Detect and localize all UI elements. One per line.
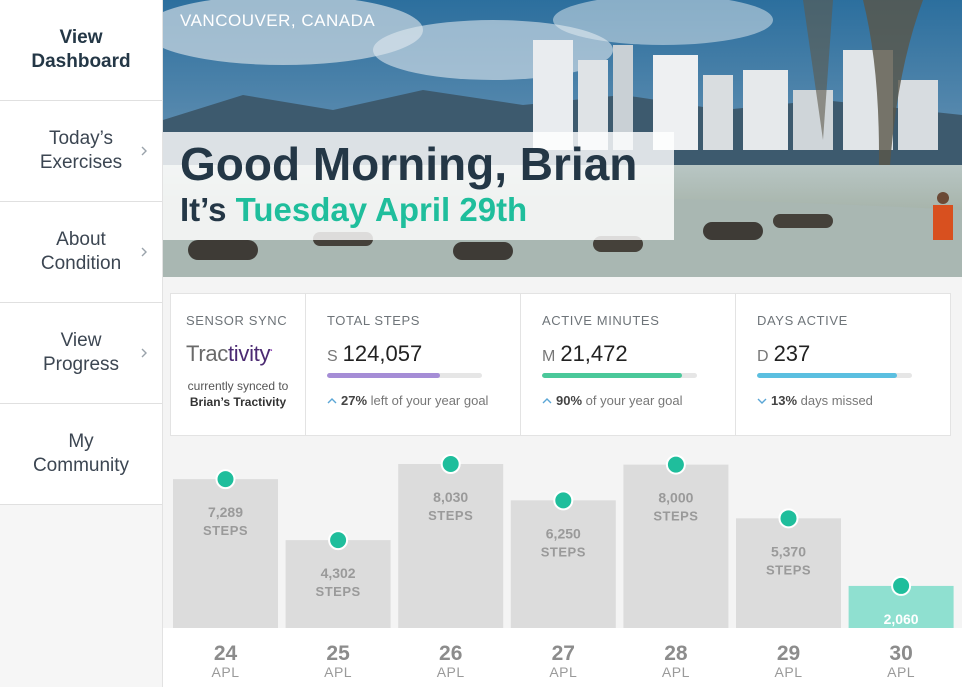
sidebar-item-label: Today’s Exercises <box>39 128 123 173</box>
metric-prefix: S <box>327 348 338 365</box>
metric-card-total-steps[interactable]: TOTAL STEPS S 124,057 27% left of your year… <box>306 294 521 435</box>
x-tick-sublabel: APL <box>887 664 915 680</box>
bar-value-label: 8,000 <box>658 490 693 506</box>
metric-card-active-minutes[interactable]: ACTIVE MINUTES M 21,472 90% of your year go… <box>521 294 736 435</box>
stats-panel: SENSOR SYNC Tractivity• currently synced… <box>170 293 951 436</box>
metric-note-value: 90% <box>556 393 583 408</box>
bar-unit-label: STEPS <box>653 509 698 524</box>
chevron-right-icon <box>141 146 147 156</box>
metric-value: D 237 <box>757 341 810 367</box>
x-tick-label: 24 <box>214 642 238 665</box>
chevron-down-icon <box>757 393 771 408</box>
bar-marker-dot <box>215 469 236 490</box>
sidebar-item-label: About Condition <box>40 229 122 274</box>
sync-status-text: currently synced to <box>187 379 289 393</box>
bar-unit-label: STEPS <box>766 562 811 577</box>
bar-value-label: 2,060 <box>884 611 919 627</box>
bar-marker-dot <box>778 508 799 529</box>
sidebar-item-label: My Community <box>32 431 130 476</box>
bar-value-label: 5,370 <box>771 543 806 559</box>
bar-unit-label: STEPS <box>203 523 248 538</box>
steps-chart: 7,289 STEPS 24 APL 4,302 STEPS 25 APL 8,030 STEPS… <box>163 440 962 687</box>
metric-note-text: days missed <box>800 393 873 408</box>
metric-note-text: of your year goal <box>585 393 683 408</box>
bar-marker-dot <box>440 454 461 474</box>
progress-fill <box>327 373 441 378</box>
metric-prefix: D <box>757 348 769 365</box>
bar-value-label: 4,302 <box>321 565 356 581</box>
x-tick-sublabel: APL <box>775 664 803 680</box>
sidebar-item-label: View Dashboard <box>31 27 131 72</box>
metric-number: 21,472 <box>560 341 628 366</box>
progress-bar <box>327 373 482 378</box>
hero-banner: VANCOUVER, CANADA Good Morning, Brian It… <box>163 0 962 277</box>
bar-marker-dot <box>891 575 912 596</box>
date-prefix: It’s <box>180 191 227 228</box>
chevron-up-icon <box>542 393 556 408</box>
metric-note-value: 13% <box>771 393 798 408</box>
greeting-title: Good Morning, Brian <box>180 138 638 190</box>
progress-bar <box>757 373 912 378</box>
sidebar-item-about-condition[interactable]: About Condition <box>0 202 162 303</box>
sidebar-item-label: View Progress <box>42 330 120 375</box>
bar-marker-dot <box>665 454 686 475</box>
bar-value-label: 8,030 <box>433 489 468 505</box>
metric-note-text: left of your year goal <box>370 393 489 408</box>
chevron-up-icon <box>327 393 341 408</box>
x-tick-label: 26 <box>439 642 462 665</box>
sidebar-item-my-community[interactable]: My Community <box>0 404 162 505</box>
steps-bar-chart: 7,289STEPS24APL4,302STEPS25APL8,030STEPS… <box>163 454 962 687</box>
progress-fill <box>757 373 897 378</box>
bar-marker-dot <box>553 490 574 511</box>
x-tick-label: 30 <box>889 642 912 665</box>
sidebar-item-view-progress[interactable]: View Progress <box>0 303 162 404</box>
metric-note: 13% days missed <box>757 393 873 408</box>
bar-unit-label: STEPS <box>428 508 473 523</box>
metric-label: DAYS ACTIVE <box>757 313 848 328</box>
metric-note: 27% left of your year goal <box>327 393 488 408</box>
sync-device-name: Brian’s Tractivity <box>189 395 287 409</box>
current-date: Tuesday April 29th <box>235 191 528 228</box>
metric-note: 90% of your year goal <box>542 393 683 408</box>
x-tick-sublabel: APL <box>549 664 577 680</box>
metric-number: 124,057 <box>342 341 423 366</box>
metric-card-days-active[interactable]: DAYS ACTIVE D 237 13% days missed <box>736 294 950 435</box>
x-tick-sublabel: APL <box>324 664 352 680</box>
metric-prefix: M <box>542 348 556 365</box>
date-line: It’s Tuesday April 29th <box>180 191 527 229</box>
metric-value: M 21,472 <box>542 341 628 367</box>
x-tick-label: 27 <box>552 642 575 665</box>
bar-day-24[interactable] <box>173 479 278 628</box>
x-tick-sublabel: APL <box>437 664 465 680</box>
bar-value-label: 6,250 <box>546 525 581 541</box>
metric-value: S 124,057 <box>327 341 422 367</box>
x-tick-label: 25 <box>326 642 350 665</box>
bar-unit-label: STEPS <box>541 544 586 559</box>
sidebar-item-todays-exercises[interactable]: Today’s Exercises <box>0 101 162 202</box>
bar-marker-dot <box>328 530 349 551</box>
sidebar: View Dashboard Today’s Exercises About Con… <box>0 0 163 687</box>
metric-label: ACTIVE MINUTES <box>542 313 660 328</box>
progress-fill <box>542 373 682 378</box>
metrics-group: TOTAL STEPS S 124,057 27% left of your year… <box>306 294 950 435</box>
location-label: VANCOUVER, CANADA <box>180 11 376 30</box>
tractivity-logo: Tractivity• <box>186 341 272 366</box>
sync-status: currently synced to Brian’s Tractivity <box>171 378 305 410</box>
progress-bar <box>542 373 697 378</box>
metric-note-value: 27% <box>341 393 368 408</box>
chevron-right-icon <box>141 348 147 358</box>
chevron-right-icon <box>141 247 147 257</box>
sidebar-item-view-dashboard[interactable]: View Dashboard <box>0 0 162 101</box>
metric-number: 237 <box>773 341 811 366</box>
sensor-sync-label: SENSOR SYNC <box>186 313 288 328</box>
bar-value-label: 7,289 <box>208 504 243 520</box>
sensor-sync-card[interactable]: SENSOR SYNC Tractivity• currently synced… <box>171 294 306 435</box>
bar-unit-label: STEPS <box>316 584 361 599</box>
bar-day-27[interactable] <box>510 500 616 628</box>
x-tick-label: 28 <box>664 642 688 665</box>
x-tick-sublabel: APL <box>662 664 690 680</box>
x-tick-sublabel: APL <box>212 664 240 680</box>
x-tick-label: 29 <box>777 642 800 665</box>
metric-label: TOTAL STEPS <box>327 313 421 328</box>
